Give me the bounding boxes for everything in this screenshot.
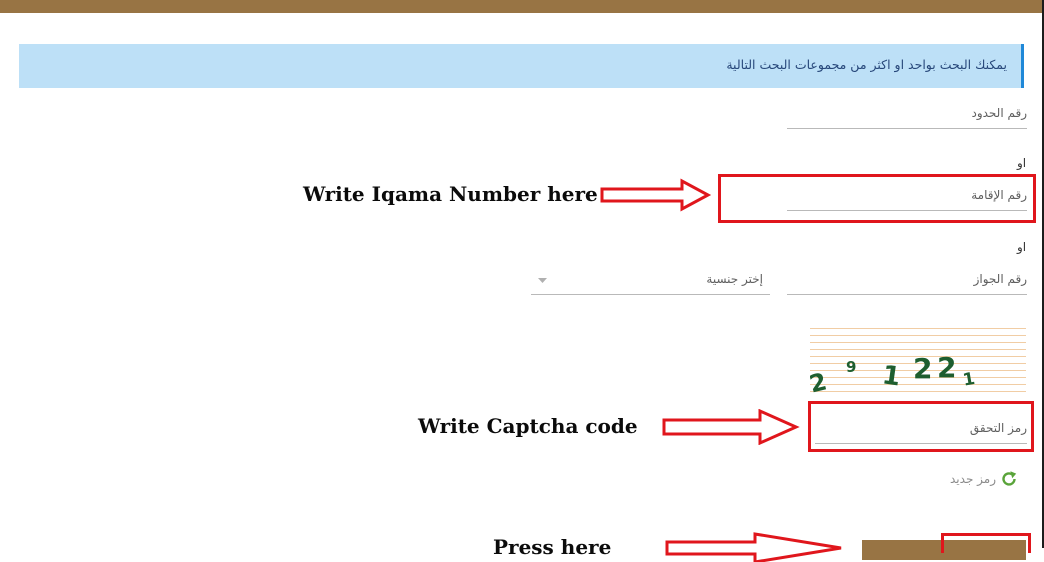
- captcha-highlight-box: [808, 401, 1034, 452]
- nationality-select[interactable]: إختر جنسية: [531, 272, 770, 295]
- captcha-char-5: 2: [937, 351, 956, 384]
- submit-highlight-box: [941, 533, 1031, 553]
- captcha-image: 2 9 1 2 2 1: [807, 322, 1026, 399]
- chevron-down-icon: [538, 278, 547, 283]
- passport-number-field[interactable]: رقم الجواز: [787, 272, 1027, 295]
- nationality-placeholder: إختر جنسية: [706, 272, 763, 286]
- passport-number-placeholder: رقم الجواز: [973, 272, 1027, 286]
- captcha-char-6: 1: [961, 369, 976, 391]
- captcha-arrow: [662, 409, 800, 445]
- iqama-arrow: [600, 178, 712, 212]
- captcha-char-4: 2: [913, 352, 932, 385]
- refresh-captcha-link[interactable]: رمز جديد: [950, 470, 1018, 488]
- captcha-char-2: 9: [846, 358, 856, 376]
- or-label: او: [1017, 156, 1027, 170]
- captcha-glyphs: 2 9 1 2 2 1: [807, 351, 977, 399]
- refresh-captcha-label: رمز جديد: [950, 472, 997, 486]
- info-alert: يمكنك البحث بواحد او اكثر من مجموعات الب…: [19, 44, 1024, 88]
- iqama-instruction: Write Iqama Number here: [303, 182, 598, 206]
- captcha-instruction: Write Captcha code: [418, 414, 638, 438]
- press-instruction: Press here: [493, 535, 612, 559]
- captcha-char-1: 2: [810, 367, 830, 398]
- top-bar: [0, 0, 1044, 13]
- or-label-2: او: [1017, 240, 1027, 254]
- border-number-placeholder: رقم الحدود: [971, 106, 1027, 120]
- border-number-field[interactable]: رقم الحدود: [787, 106, 1027, 129]
- info-alert-text: يمكنك البحث بواحد او اكثر من مجموعات الب…: [726, 57, 1007, 72]
- captcha-char-3: 1: [880, 360, 902, 392]
- iqama-highlight-box: [718, 174, 1036, 223]
- refresh-icon: [1002, 471, 1017, 486]
- press-arrow: [665, 532, 842, 562]
